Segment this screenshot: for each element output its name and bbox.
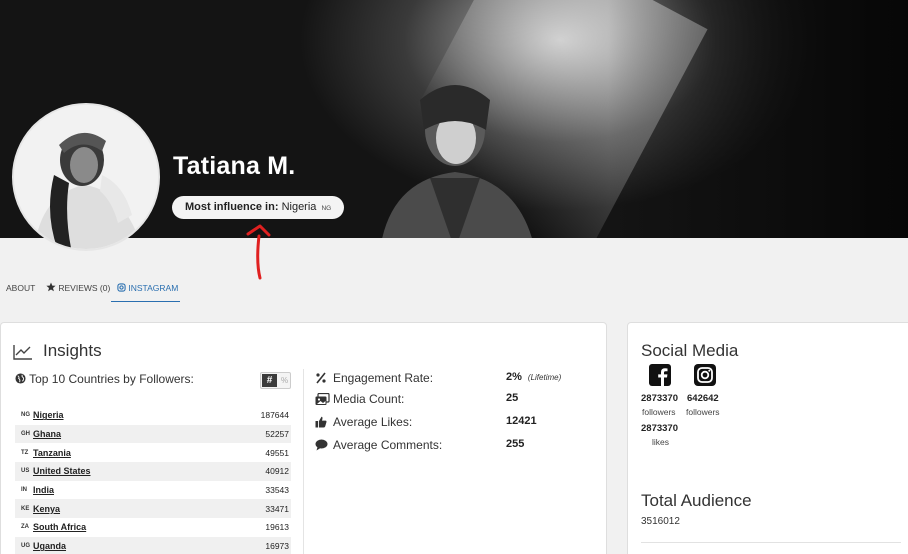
- stat-value: 25: [506, 392, 519, 404]
- stat-value: 255: [506, 438, 525, 450]
- tab-about-label: ABOUT: [6, 283, 36, 293]
- country-followers: 19613: [265, 522, 289, 533]
- social-media-card: Social Media 2873370 followers 2873370 l…: [627, 322, 908, 554]
- country-followers: 33471: [265, 503, 289, 514]
- table-row: US United States 40912: [15, 462, 291, 481]
- star-icon: [46, 282, 56, 292]
- social-media-title: Social Media: [641, 341, 739, 360]
- table-row: GH Ghana 52257: [15, 424, 291, 444]
- total-audience-title: Total Audience: [641, 491, 752, 510]
- instagram-followers-count: 642642: [687, 393, 719, 404]
- line-chart-icon: [13, 345, 32, 360]
- stat-label: Average Likes:: [333, 415, 413, 429]
- country-link[interactable]: Ghana: [33, 429, 265, 439]
- stat-value: 2% (Lifetime): [506, 371, 561, 383]
- country-followers: 49551: [265, 447, 289, 458]
- facebook-likes-label: likes: [652, 437, 670, 447]
- influence-country-code: NG: [321, 205, 332, 212]
- table-row: IN India 33543: [15, 481, 291, 500]
- country-link[interactable]: India: [33, 485, 265, 495]
- count-percent-toggle[interactable]: # %: [260, 372, 291, 389]
- country-code: NG: [21, 412, 30, 419]
- tab-reviews[interactable]: REVIEWS (0): [46, 278, 110, 302]
- instagram-followers-label: followers: [686, 407, 720, 417]
- top-countries-label: Top 10 Countries by Followers:: [29, 372, 194, 386]
- country-code: ZA: [21, 524, 29, 531]
- facebook-followers-label: followers: [642, 407, 676, 417]
- facebook-likes-count: 2873370: [641, 423, 678, 434]
- facebook-icon[interactable]: [649, 364, 671, 386]
- table-row: KE Kenya 33471: [15, 499, 291, 519]
- country-followers: 52257: [265, 429, 289, 440]
- country-link[interactable]: Kenya: [33, 504, 265, 514]
- media-icon: [315, 393, 330, 405]
- thumbs-up-icon: [315, 416, 327, 428]
- country-code: GH: [21, 431, 30, 438]
- influence-badge: Most influence in: Nigeria NG: [172, 196, 345, 219]
- influence-label: Most influence in:: [185, 201, 279, 213]
- country-code: UG: [21, 543, 30, 550]
- insights-title: Insights: [43, 341, 102, 360]
- globe-icon: [15, 373, 26, 384]
- total-audience-value: 3516012: [641, 516, 680, 527]
- stat-label: Media Count:: [333, 392, 405, 406]
- country-link[interactable]: United States: [33, 466, 265, 476]
- country-link[interactable]: Nigeria: [33, 410, 261, 420]
- divider: [303, 369, 304, 554]
- percent-icon: [316, 372, 326, 384]
- country-code: US: [21, 468, 30, 475]
- avatar: [12, 103, 160, 251]
- stat-value: 12421: [506, 415, 537, 427]
- country-code: KE: [21, 505, 30, 512]
- instagram-icon[interactable]: [694, 364, 716, 386]
- comment-icon: [315, 439, 328, 451]
- country-followers: 187644: [260, 410, 289, 421]
- insights-card: Insights Top 10 Countries by Followers: …: [0, 322, 607, 554]
- profile-name: Tatiana M.: [173, 152, 296, 180]
- facebook-followers-count: 2873370: [641, 393, 678, 404]
- country-code: IN: [21, 487, 27, 494]
- influence-country: Nigeria: [281, 201, 317, 213]
- stat-note: (Lifetime): [527, 373, 562, 382]
- country-followers: 40912: [265, 466, 289, 477]
- stat-value-text: 2%: [506, 371, 522, 383]
- country-link[interactable]: South Africa: [33, 522, 265, 532]
- country-link[interactable]: Uganda: [33, 541, 265, 551]
- stat-label: Engagement Rate:: [333, 371, 434, 385]
- toggle-percent-button[interactable]: %: [279, 374, 290, 387]
- divider: [641, 542, 901, 543]
- stat-label: Average Comments:: [333, 438, 443, 452]
- avatar-photo: [14, 105, 158, 249]
- tab-about[interactable]: ABOUT: [6, 278, 35, 302]
- countries-table: NG Nigeria 187644 GH Ghana 52257 TZ Tanz…: [15, 406, 291, 554]
- country-code: TZ: [21, 449, 29, 456]
- country-followers: 33543: [265, 485, 289, 496]
- tab-instagram-label: INSTAGRAM: [128, 283, 179, 293]
- country-followers: 16973: [265, 541, 289, 552]
- country-link[interactable]: Tanzania: [33, 448, 265, 458]
- table-row: UG Uganda 16973: [15, 536, 291, 554]
- toggle-count-button[interactable]: #: [262, 374, 277, 387]
- tab-instagram[interactable]: INSTAGRAM: [111, 278, 180, 302]
- table-row: ZA South Africa 19613: [15, 518, 291, 537]
- top-countries-heading: Top 10 Countries by Followers:: [15, 372, 194, 386]
- table-row: TZ Tanzania 49551: [15, 443, 291, 462]
- tab-reviews-label: REVIEWS (0): [58, 283, 111, 293]
- table-row: NG Nigeria 187644: [15, 406, 291, 425]
- instagram-icon: [117, 283, 126, 292]
- cover-photo-person: [382, 85, 532, 238]
